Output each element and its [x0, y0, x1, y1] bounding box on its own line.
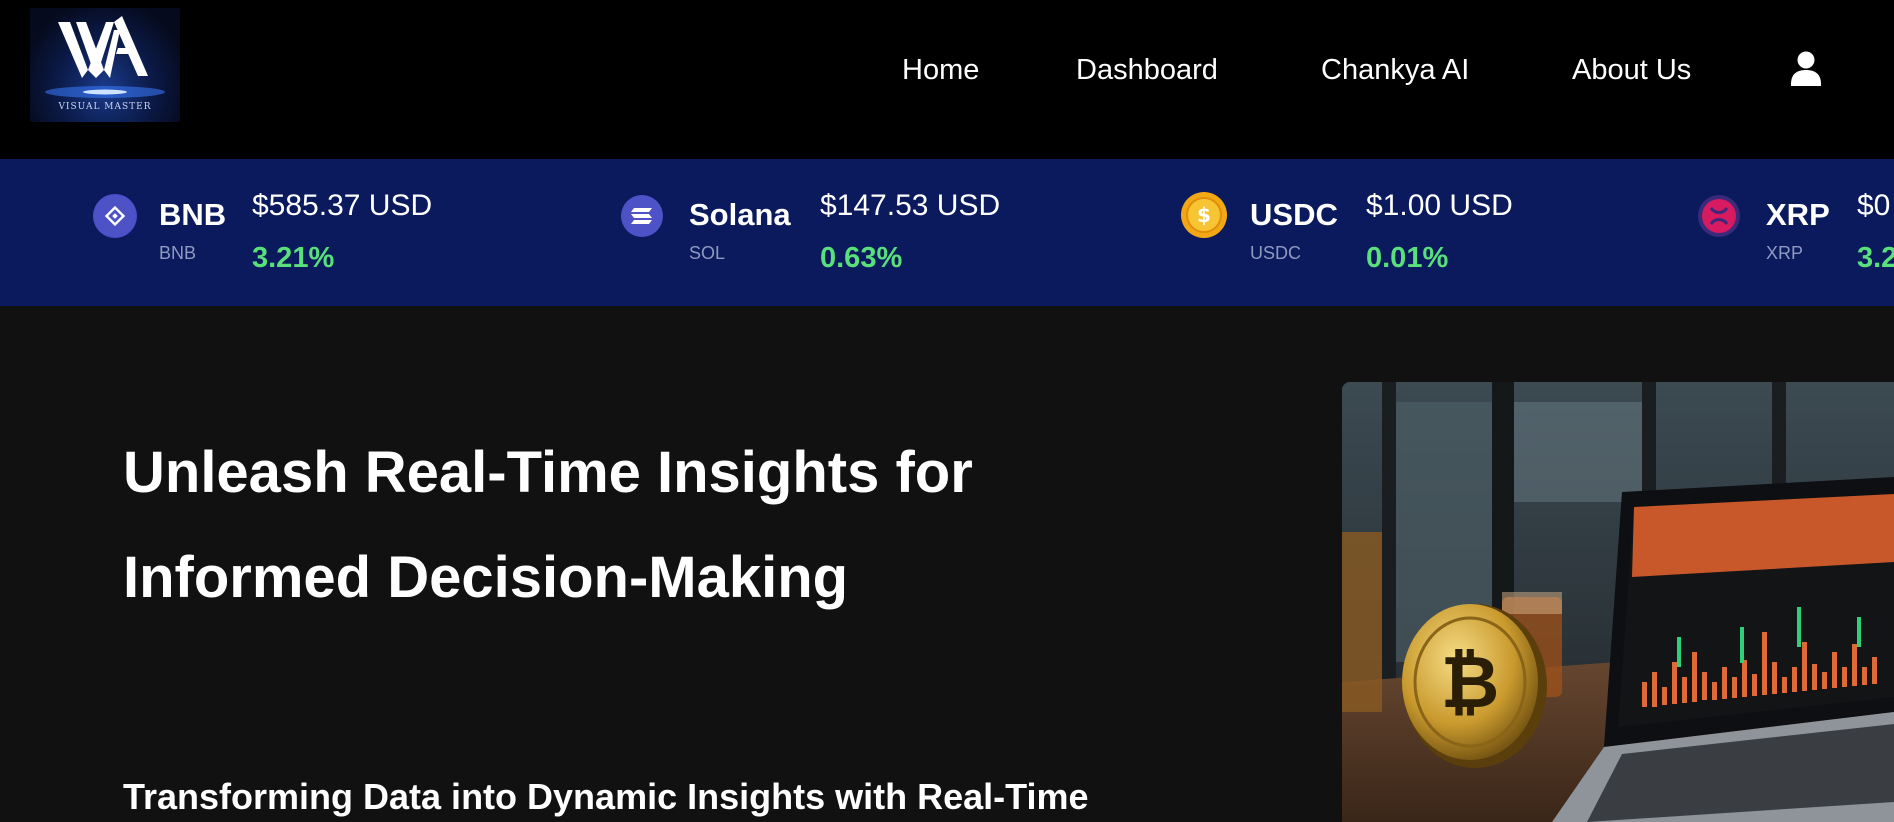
nav-about-us[interactable]: About Us	[1572, 48, 1691, 92]
hero-subtitle: Transforming Data into Dynamic Insights …	[123, 776, 1089, 817]
coin-symbol: USDC	[1250, 243, 1302, 263]
hero-title-line-2: Informed Decision-Making	[123, 545, 849, 610]
coin-change: 0.63%	[820, 242, 903, 274]
user-account-button[interactable]	[1788, 48, 1824, 90]
bitcoin-laptop-photo: ₿	[1342, 382, 1894, 822]
logo-text: VISUAL MASTER	[58, 102, 152, 112]
nav-chankya-ai[interactable]: Chankya AI	[1321, 48, 1469, 92]
coin-symbol: SOL	[689, 243, 726, 263]
user-icon	[1791, 51, 1821, 86]
coin-name: BNB	[159, 197, 227, 232]
hero-image: ₿	[1342, 382, 1894, 822]
usdc-icon: $	[1180, 191, 1228, 239]
bnb-icon	[93, 194, 137, 238]
coin-symbol: BNB	[159, 243, 197, 263]
coin-change: 0.01%	[1366, 242, 1449, 274]
coin-price: $147.53 USD	[820, 189, 1001, 222]
crypto-ticker: BNB BNB $585.37 USD 3.21% Solana SOL $14…	[0, 159, 1894, 306]
hero-title: Unleash Real-Time Insights for Informed …	[123, 420, 1223, 630]
brand-logo[interactable]: VISUAL MASTER	[30, 8, 180, 122]
nav-dashboard[interactable]: Dashboard	[1076, 48, 1218, 92]
nav-home[interactable]: Home	[902, 48, 979, 92]
top-navbar: VISUAL MASTER Home Dashboard Chankya AI …	[0, 0, 1894, 159]
coin-price: $1.00 USD	[1366, 189, 1513, 222]
coin-name: USDC	[1250, 197, 1338, 232]
coin-name: XRP	[1766, 197, 1830, 232]
xrp-icon	[1697, 194, 1741, 238]
coin-price: $585.37 USD	[252, 189, 433, 222]
coin-name: Solana	[689, 197, 791, 232]
svg-text:$: $	[1197, 203, 1211, 227]
solana-icon	[620, 194, 664, 238]
coin-change: 3.21%	[252, 242, 335, 274]
coin-price: $0	[1857, 189, 1891, 222]
svg-text:₿: ₿	[1441, 640, 1500, 724]
coin-change: 3.2	[1857, 242, 1894, 274]
coin-symbol: XRP	[1766, 243, 1804, 263]
hero-title-line-1: Unleash Real-Time Insights for	[123, 440, 973, 505]
